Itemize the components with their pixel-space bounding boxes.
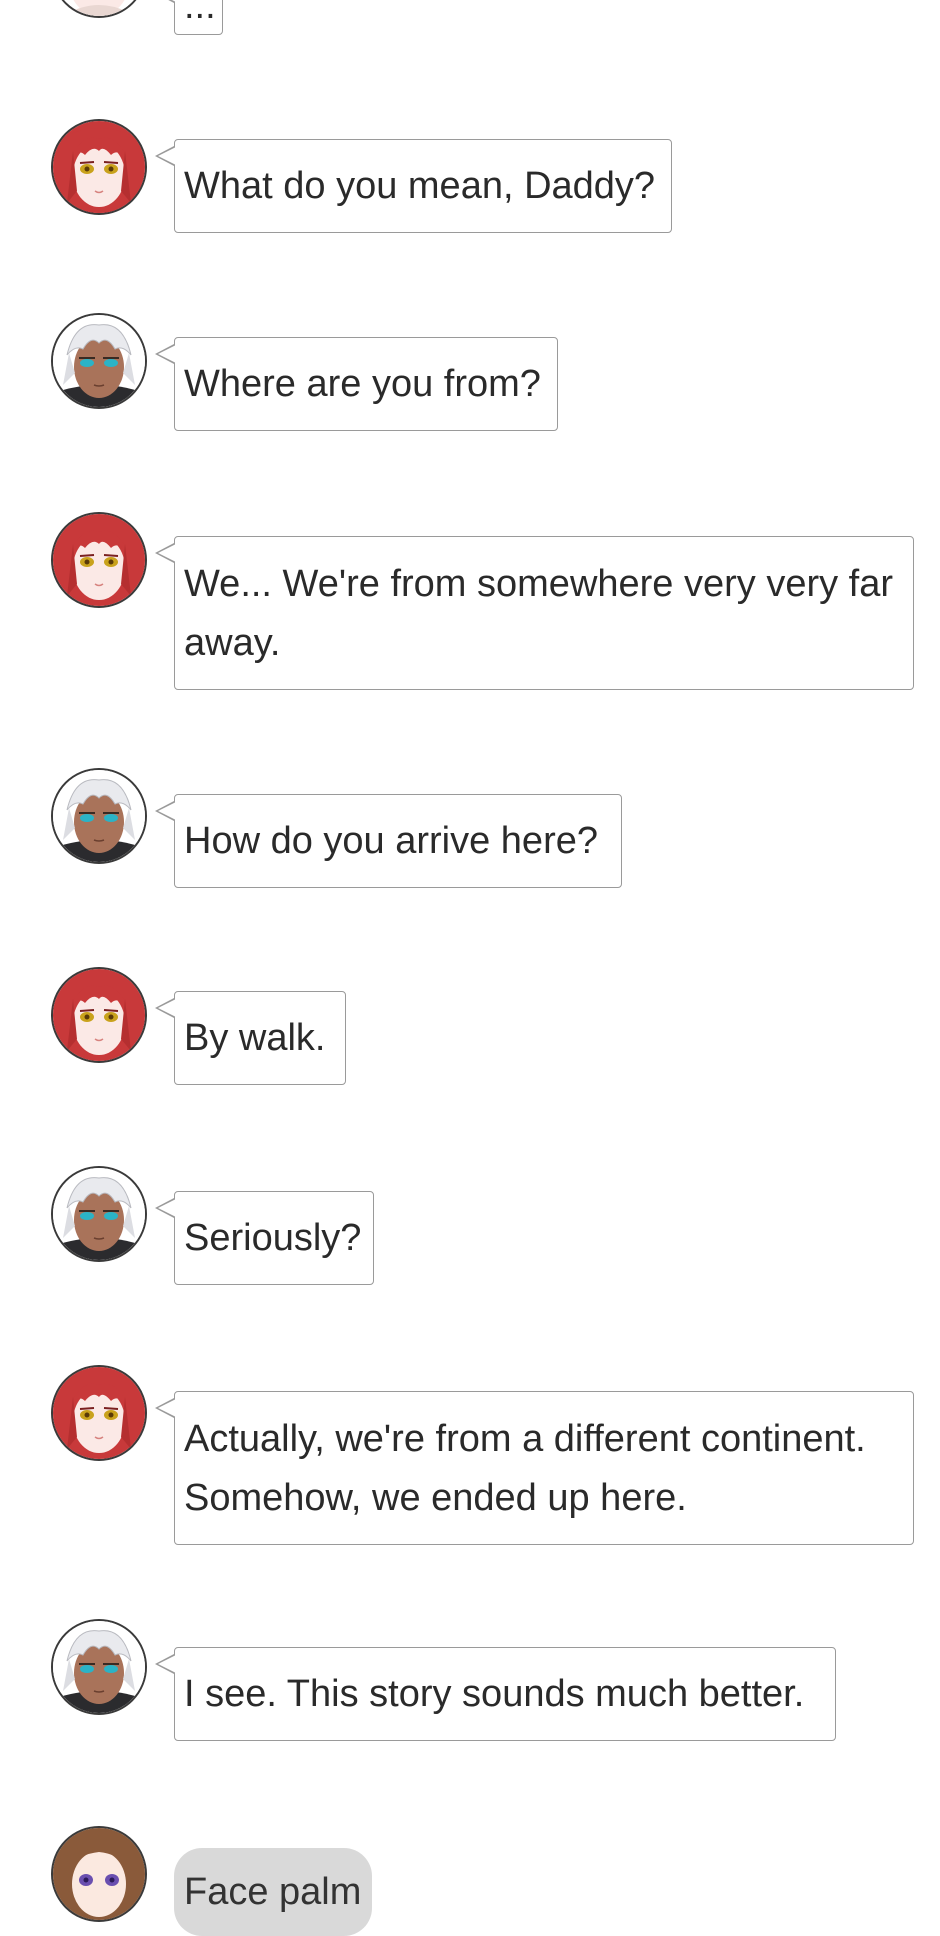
red-haired-girl-avatar-icon [51,967,147,1063]
message-bubble: Where are you from? [155,337,558,431]
white-haired-man-avatar-icon [51,1166,147,1262]
message-bubble: ... [155,0,223,35]
red-haired-girl-avatar-icon [51,119,147,215]
white-haired-man-avatar-icon [51,768,147,864]
brown-haired-girl-avatar-icon [51,1826,147,1922]
red-haired-girl-avatar-icon [51,1365,147,1461]
message-bubble: We... We're from somewhere very very far… [155,536,914,690]
white-haired-man-avatar-icon [51,1619,147,1715]
action-bubble: Face palm [174,1848,372,1936]
message-bubble: What do you mean, Daddy? [155,139,672,233]
red-haired-girl-avatar-icon [51,512,147,608]
message-bubble: I see. This story sounds much better. [155,1647,836,1741]
red-haired-girl-avatar-icon [51,0,147,18]
message-bubble: By walk. [155,991,346,1085]
message-bubble: Actually, we're from a different contine… [155,1391,914,1545]
message-bubble: Seriously? [155,1191,374,1285]
white-haired-man-avatar-icon [51,313,147,409]
message-bubble: How do you arrive here? [155,794,622,888]
